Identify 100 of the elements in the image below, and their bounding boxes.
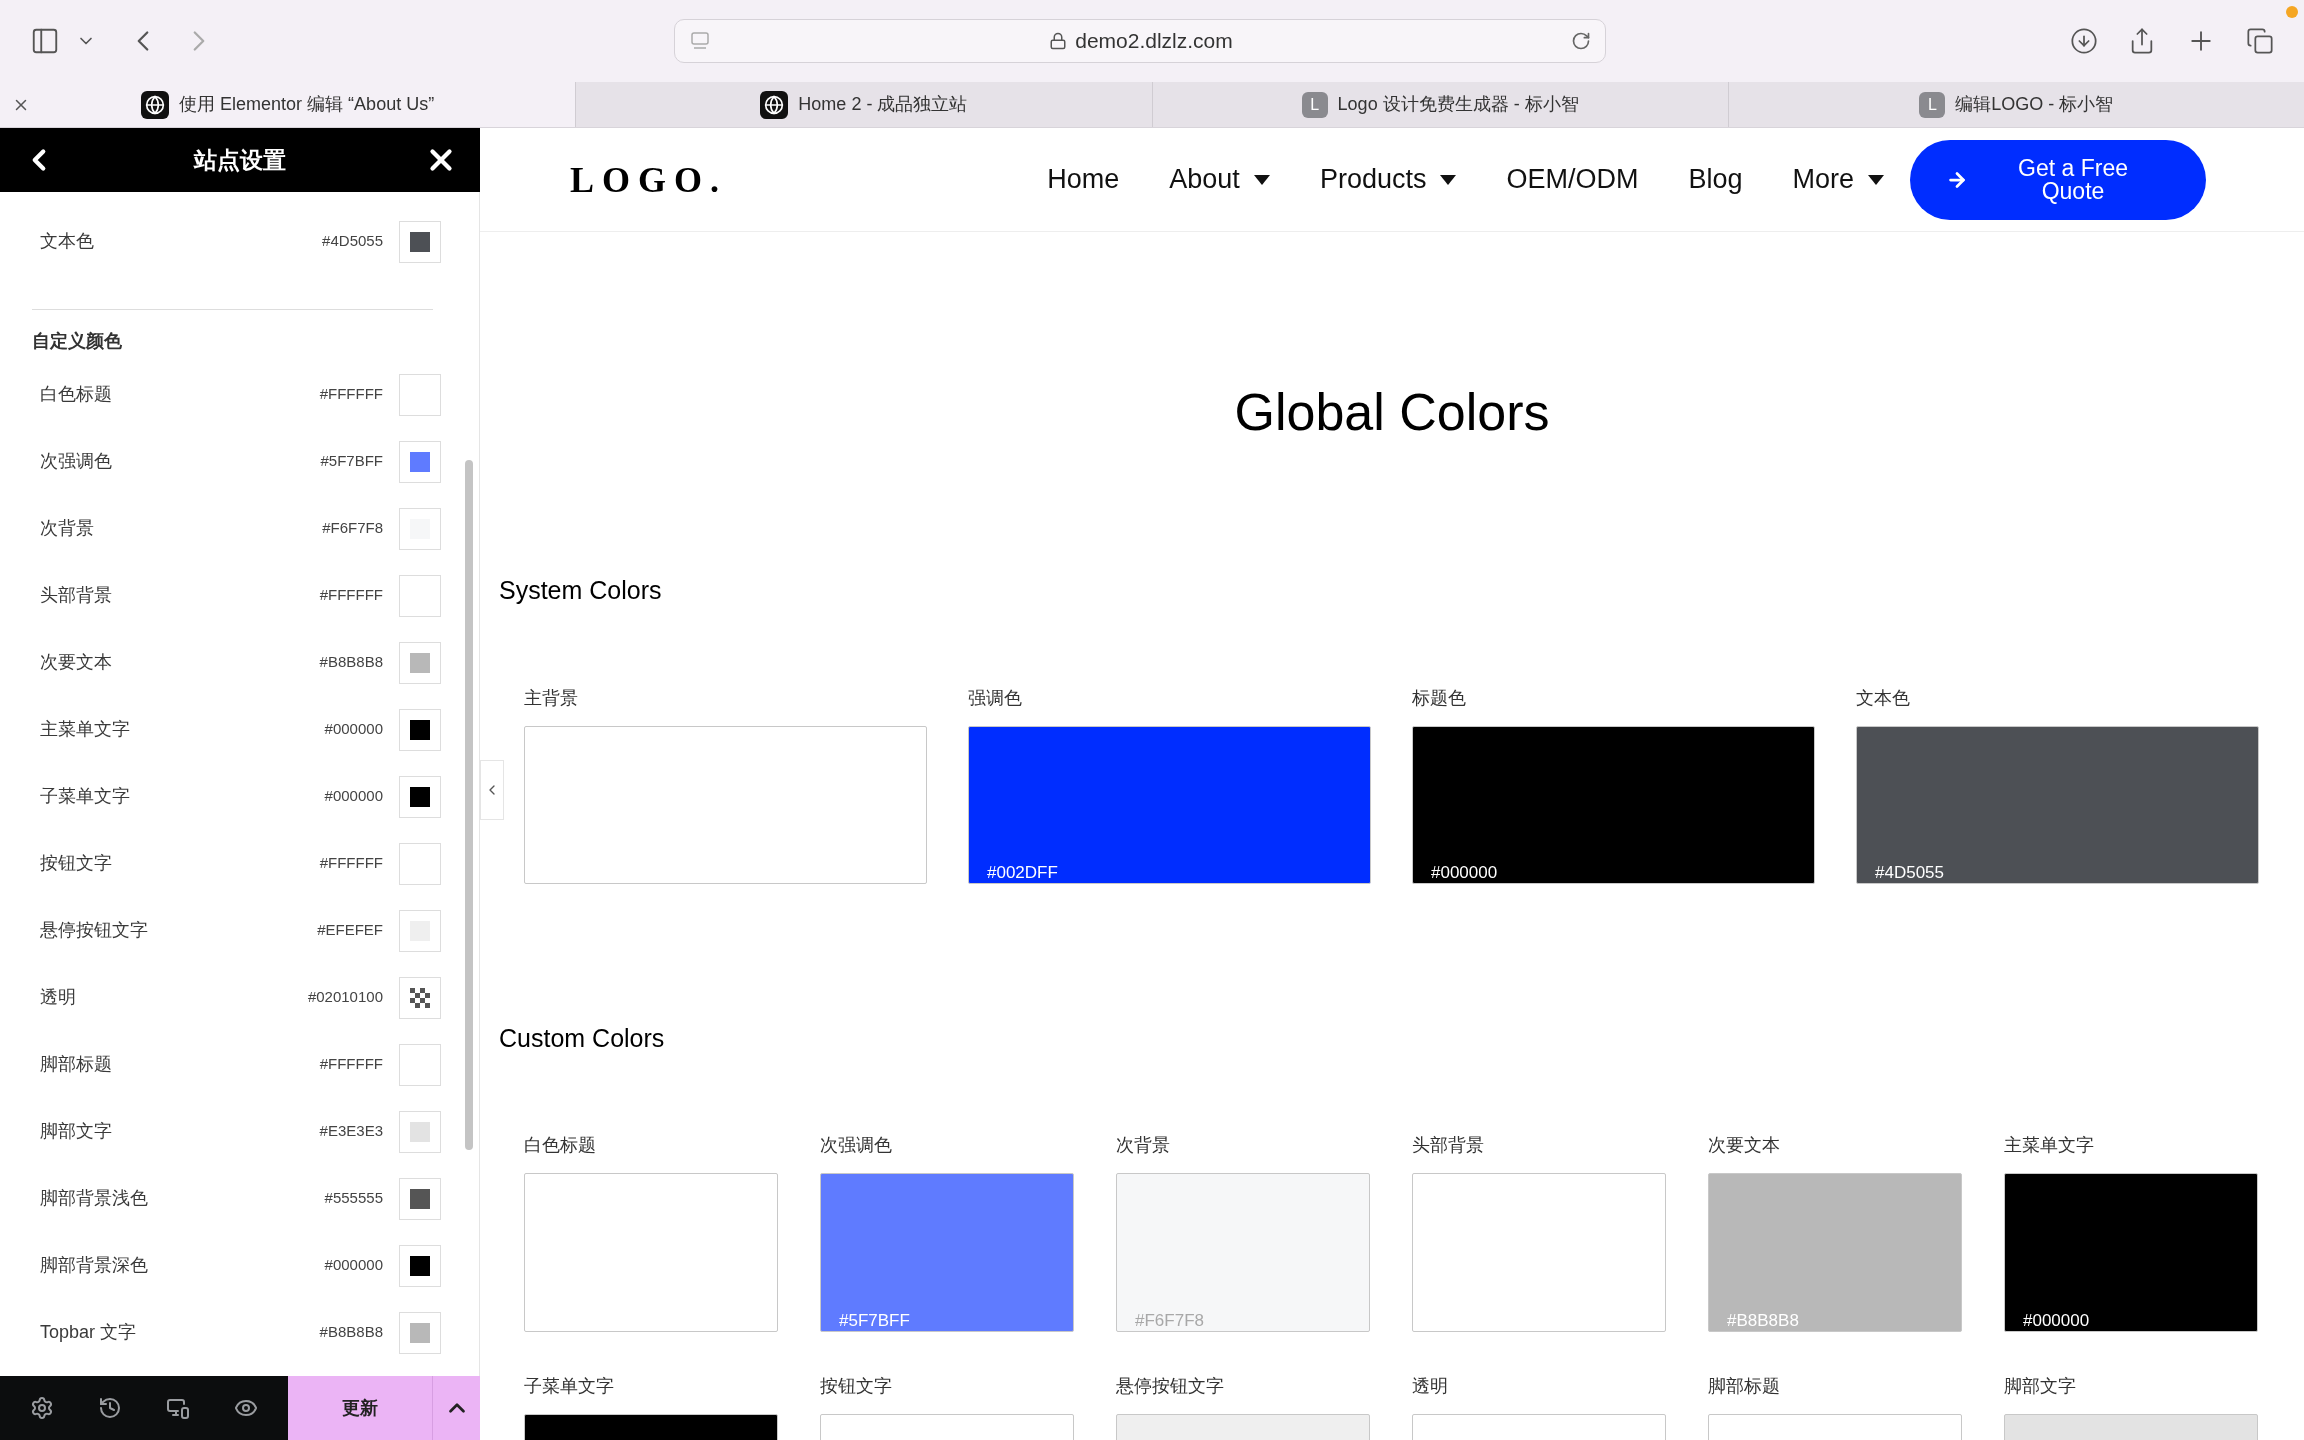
hex-value: #E3E3E3: [319, 1121, 383, 1142]
color-label: 次要文本: [1708, 1134, 1781, 1157]
nav-link[interactable]: Home: [1047, 159, 1120, 200]
hex-value: #555555: [324, 1188, 383, 1209]
color-swatch-button[interactable]: [399, 373, 441, 416]
hex-value: #000000: [1431, 862, 1498, 883]
hex-value: #F6F7F8: [322, 518, 383, 539]
hex-value: #B8B8B8: [319, 652, 383, 673]
color-name: 次背景: [40, 517, 95, 540]
color-name: 悬停按钮文字: [40, 919, 149, 942]
nav-link[interactable]: About: [1169, 159, 1240, 200]
tab-title: 使用 Elementor 编辑 “About Us”: [179, 93, 435, 116]
color-name: 透明: [40, 986, 77, 1009]
color-name: 次强调色: [40, 450, 113, 473]
update-button[interactable]: 更新: [288, 1376, 432, 1440]
color-label: 强调色: [968, 686, 1023, 710]
hex-value: #002DFF: [987, 862, 1058, 883]
browser-tab[interactable]: 使用 Elementor 编辑 “About Us”: [0, 82, 576, 127]
collapse-handle[interactable]: [480, 760, 504, 820]
color-label: 文本色: [1856, 686, 1911, 710]
color-label: 子菜单文字: [524, 1375, 615, 1398]
color-swatch-button[interactable]: [399, 1177, 441, 1220]
section-title: Custom Colors: [499, 1022, 666, 1054]
color-swatch-button[interactable]: [399, 775, 441, 818]
hex-value: #B8B8B8: [319, 1322, 383, 1343]
hex-value: #FFFFFF: [319, 853, 383, 874]
tab-title: 编辑LOGO - 标小智: [1955, 93, 2114, 116]
scrollbar-thumb[interactable]: [465, 460, 473, 1150]
section-title: System Colors: [499, 575, 663, 606]
color-name: Topbar 文字: [40, 1321, 138, 1344]
color-swatch-button[interactable]: [399, 507, 441, 550]
nav-link[interactable]: OEM/ODM: [1506, 159, 1639, 200]
color-swatch-button[interactable]: [399, 708, 441, 751]
color-name: 脚部背景深色: [40, 1254, 149, 1277]
color-swatch-button[interactable]: [399, 1043, 441, 1086]
color-label: 悬停按钮文字: [1116, 1375, 1225, 1398]
caret-icon[interactable]: [1868, 174, 1884, 185]
history-icon[interactable]: [98, 1396, 122, 1420]
hex-value: #F6F7F8: [1135, 1311, 1204, 1331]
color-name: 脚部文字: [40, 1120, 113, 1143]
page-heading: Global Colors: [1233, 382, 1551, 442]
color-swatch-button[interactable]: [399, 641, 441, 684]
page-icon: [689, 30, 711, 52]
hex-value: #B8B8B8: [1727, 1311, 1799, 1331]
color-name: 白色标题: [40, 383, 113, 406]
color-name: 脚部标题: [40, 1053, 113, 1076]
color-swatch-button[interactable]: [399, 440, 441, 483]
hex-value: #5F7BFF: [320, 451, 383, 472]
settings-icon[interactable]: [30, 1396, 54, 1420]
lock-icon: [1049, 32, 1068, 50]
color-name: 按钮文字: [40, 852, 113, 875]
hex-value: #000000: [2023, 1311, 2090, 1331]
url-text: demo2.dlzlz.com: [1075, 28, 1233, 55]
hex-value: #FFFFFF: [319, 1054, 383, 1075]
hex-value: #000000: [324, 786, 383, 807]
nav-link[interactable]: Products: [1319, 159, 1427, 200]
site-logo[interactable]: LOGO.: [570, 152, 728, 207]
hex-value: #5F7BFF: [839, 1311, 910, 1331]
color-label: 主背景: [524, 686, 579, 710]
color-label: 头部背景: [1412, 1134, 1485, 1157]
tab-title: Home 2 - 成品独立站: [798, 93, 968, 116]
panel-title: 站点设置: [192, 145, 287, 175]
address-bar[interactable]: demo2.dlzlz.com: [674, 19, 1606, 63]
reload-icon[interactable]: [1571, 31, 1591, 51]
responsive-icon[interactable]: [166, 1396, 190, 1420]
color-name: 子菜单文字: [40, 785, 131, 808]
color-swatch-button[interactable]: [399, 1110, 441, 1153]
color-swatch-button[interactable]: [399, 1311, 441, 1354]
hex-value: #02010100: [307, 987, 383, 1008]
hex-value: #000000: [324, 719, 383, 740]
hex-value: #4D5055: [322, 231, 383, 252]
hex-value: #FFFFFF: [319, 585, 383, 606]
color-swatch-button[interactable]: [399, 220, 441, 263]
color-swatch-button[interactable]: [399, 842, 441, 885]
download-icon[interactable]: [2070, 27, 2098, 55]
color-swatch-button[interactable]: [399, 909, 441, 952]
color-name: 头部背景: [40, 584, 113, 607]
nav-link[interactable]: Blog: [1688, 159, 1743, 200]
color-label: 次背景: [1116, 1134, 1171, 1157]
tab-title: Logo 设计免费生成器 - 标小智: [1337, 93, 1579, 116]
color-label: 透明: [1412, 1375, 1449, 1398]
color-swatch-button[interactable]: [399, 976, 441, 1019]
color-name: 文本色: [40, 230, 95, 253]
caret-icon[interactable]: [1440, 174, 1457, 185]
tabs-overview-icon[interactable]: [2246, 27, 2274, 55]
sidebar-icon[interactable]: [30, 26, 60, 56]
color-name: 脚部背景浅色: [40, 1187, 149, 1210]
color-label: 主菜单文字: [2004, 1134, 2095, 1157]
checker-icon: [410, 987, 430, 1008]
section-heading: 自定义颜色: [31, 330, 123, 353]
site-icon: L: [1919, 91, 1946, 118]
color-label: 标题色: [1412, 686, 1467, 710]
hex-value: #FFFFFF: [319, 384, 383, 405]
nav-link[interactable]: More: [1792, 159, 1854, 200]
color-label: 白色标题: [524, 1134, 597, 1157]
globe-icon: [141, 90, 170, 119]
quote-button[interactable]: Get a Free Quote: [1910, 139, 2206, 220]
color-swatch-button[interactable]: [399, 574, 441, 617]
caret-icon[interactable]: [1253, 174, 1270, 185]
color-swatch-button[interactable]: [399, 1244, 441, 1287]
